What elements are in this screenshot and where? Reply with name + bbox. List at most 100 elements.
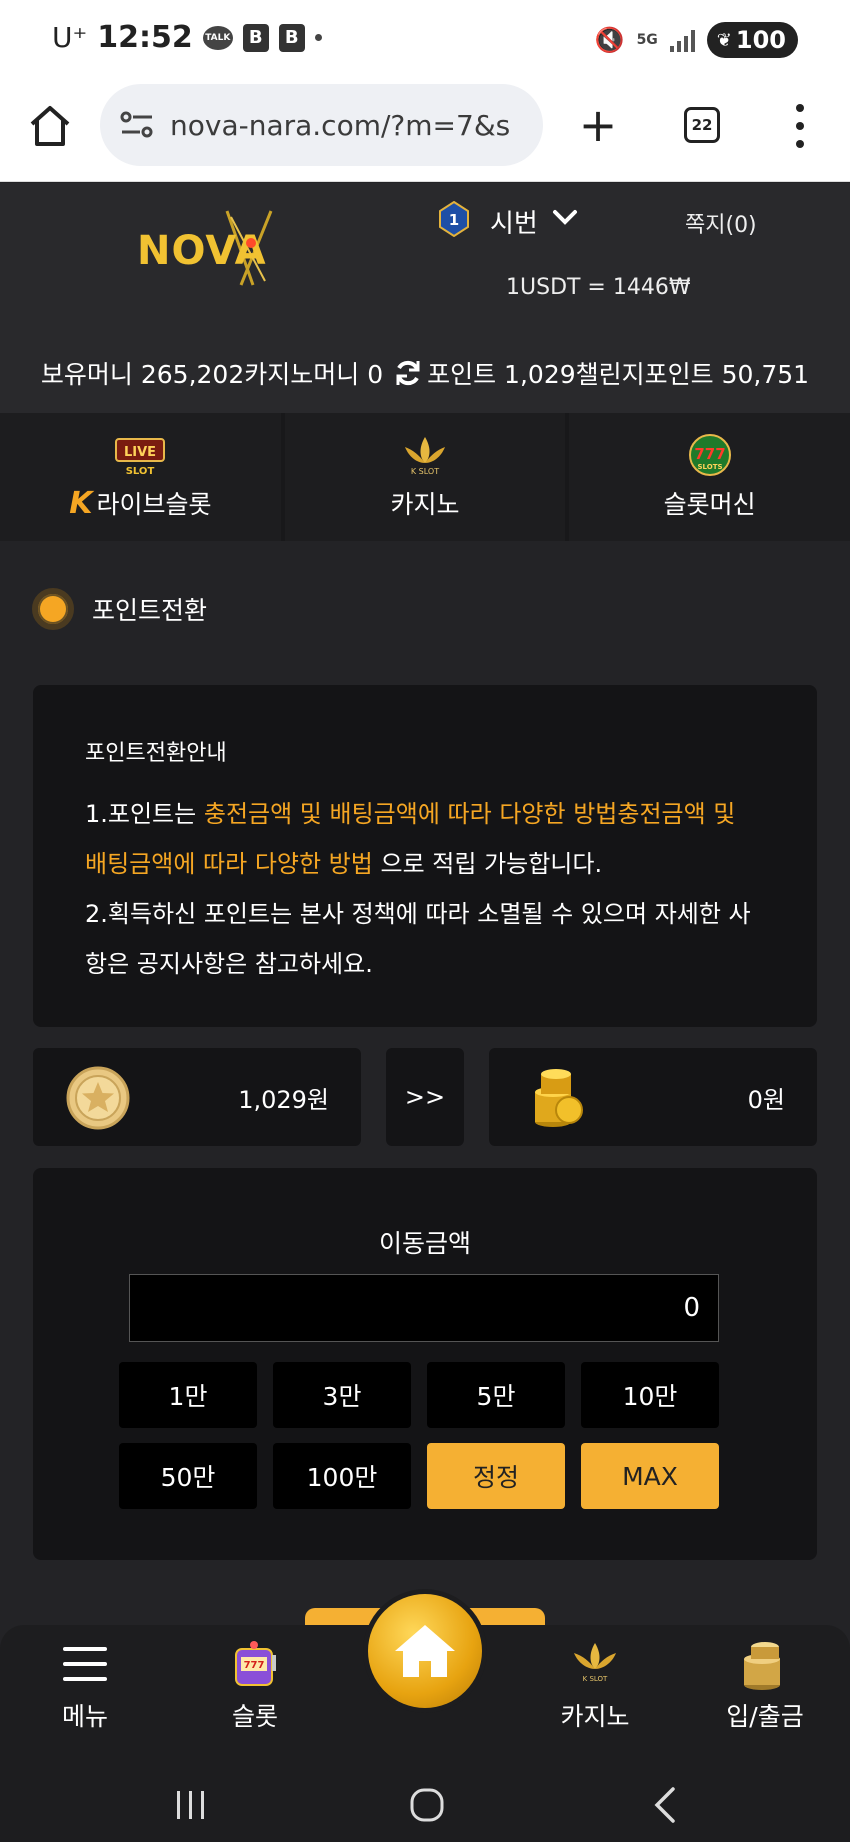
kakaotalk-icon: TALK xyxy=(202,25,233,50)
nav-deposit-label: 입/출금 xyxy=(726,1702,804,1731)
username[interactable]: 시번 xyxy=(490,203,538,240)
coin-stack-icon xyxy=(535,1069,583,1127)
logo-text: NOVA xyxy=(137,228,267,274)
nav-slot[interactable]: 777 슬롯 xyxy=(185,1637,325,1733)
nav-slot-label: 슬롯 xyxy=(231,1702,278,1731)
slot-machine-icon: 777 xyxy=(235,1641,276,1686)
network-type: 5G xyxy=(636,32,658,48)
svg-text:777: 777 xyxy=(694,445,725,463)
info-box: 포인트전환안내 1.포인트는 충전금액 및 배팅금액에 따라 다양한 방법충전금… xyxy=(33,685,817,1027)
info-line1-suffix: 으로 적립 가능합니다. xyxy=(372,850,603,878)
target-balance-card: 0원 xyxy=(489,1048,817,1146)
max-button[interactable]: MAX xyxy=(581,1443,719,1509)
clock: 12:52 xyxy=(97,20,193,55)
chevron-down-icon[interactable] xyxy=(552,207,578,227)
hamburger-menu-icon xyxy=(63,1647,107,1681)
tab-label-live-slot: 라이브슬롯 xyxy=(96,490,212,519)
browser-toolbar: nova-nara.com/?m=7&s + 22 xyxy=(0,82,850,182)
tab-label-casino: 카지노 xyxy=(390,490,460,519)
amount-30k-button[interactable]: 3만 xyxy=(273,1362,411,1428)
amount-10k-button[interactable]: 1만 xyxy=(119,1362,257,1428)
balance-bar: 보유머니 265,202 카지노머니 0 포인트 1,029 챌린지포인트 50… xyxy=(0,351,850,395)
site-settings-icon[interactable] xyxy=(120,110,154,140)
amount-100k-button[interactable]: 10만 xyxy=(581,1362,719,1428)
tab-live-slot[interactable]: LIVE SLOT K 라이브슬롯 xyxy=(0,413,281,541)
live-slot-icon: LIVE SLOT xyxy=(115,438,166,477)
battery-level: 100 xyxy=(735,26,786,54)
reset-button[interactable]: 정정 xyxy=(427,1443,565,1509)
casino-money: 카지노머니 0 xyxy=(244,360,384,389)
convert-arrow-button[interactable]: >> xyxy=(386,1048,464,1146)
info-text: 1.포인트는 충전금액 및 배팅금액에 따라 다양한 방법충전금액 및 배팅금액… xyxy=(85,789,765,989)
home-button[interactable] xyxy=(363,1589,487,1713)
nova-logo[interactable]: NOVA xyxy=(135,207,300,289)
section-bullet-icon xyxy=(32,588,74,630)
amount-1m-button[interactable]: 100만 xyxy=(273,1443,411,1509)
svg-text:LIVE: LIVE xyxy=(124,445,156,460)
svg-text:K SLOT: K SLOT xyxy=(411,467,439,476)
b-app-icon-2: B xyxy=(278,23,305,52)
mute-icon: 🔇 xyxy=(594,26,625,54)
nav-menu-label: 메뉴 xyxy=(61,1702,108,1731)
battery-leaf-icon: ❦ xyxy=(716,29,732,51)
back-icon[interactable] xyxy=(643,1781,691,1829)
points-balance: 포인트 1,029 xyxy=(427,360,576,389)
nav-deposit[interactable]: 입/출금 xyxy=(695,1637,835,1733)
kslot-lotus-icon: K SLOT xyxy=(405,437,445,476)
more-notifications-dot xyxy=(314,34,322,41)
browser-home-icon[interactable] xyxy=(28,102,72,152)
site-header: NOVA 1 시번 쪽지(0) 1USDT = 1446₩ 보유머니 265,2… xyxy=(0,183,850,413)
recent-apps-icon[interactable] xyxy=(167,1781,215,1829)
777-slots-icon: 777 SLOTS xyxy=(688,434,731,476)
system-home-icon[interactable] xyxy=(403,1781,451,1829)
bottom-nav: 메뉴 777 슬롯 K SLOT 카지노 입/출금 xyxy=(0,1589,850,1842)
info-line2: 2.획득하신 포인트는 본사 정책에 따라 소멸될 수 있으며 자세한 사항은 … xyxy=(85,900,751,978)
level-number: 1 xyxy=(449,211,459,229)
point-value: 1,029원 xyxy=(238,1086,329,1114)
svg-text:777: 777 xyxy=(244,1660,265,1671)
k-brand-icon: K xyxy=(69,485,93,521)
target-value: 0원 xyxy=(747,1086,785,1114)
holding-money: 보유머니 265,202 xyxy=(40,360,245,389)
status-left: U⁺ 12:52 TALK B B xyxy=(52,20,322,55)
nav-menu[interactable]: 메뉴 xyxy=(15,1637,155,1733)
address-bar[interactable]: nova-nara.com/?m=7&s xyxy=(100,84,543,166)
carrier-label: U⁺ xyxy=(52,21,88,54)
info-title: 포인트전환안내 xyxy=(85,741,227,766)
messages-link[interactable]: 쪽지(0) xyxy=(685,207,757,239)
new-tab-plus-icon[interactable]: + xyxy=(578,102,618,152)
game-tabs: LIVE SLOT K 라이브슬롯 K SLOT 카지노 777 SLOTS 슬롯… xyxy=(0,413,850,541)
info-line1-prefix: 1.포인트는 xyxy=(85,800,204,828)
amount-500k-button[interactable]: 50만 xyxy=(119,1443,257,1509)
amount-input[interactable] xyxy=(129,1274,719,1342)
casino-lotus-icon: K SLOT xyxy=(574,1643,616,1683)
svg-text:SLOTS: SLOTS xyxy=(697,463,722,471)
point-balance-card: 1,029원 xyxy=(33,1048,361,1146)
status-bar: U⁺ 12:52 TALK B B 🔇 5G ❦ 100 xyxy=(0,0,850,82)
nav-casino-label: 카지노 xyxy=(560,1702,630,1731)
amount-panel: 이동금액 1만 3만 5만 10만 50만 100만 정정 MAX xyxy=(33,1168,817,1560)
amount-title: 이동금액 xyxy=(378,1229,471,1258)
url-text[interactable]: nova-nara.com/?m=7&s xyxy=(170,109,540,142)
level-badge-icon: 1 xyxy=(439,201,469,237)
home-button-inner xyxy=(368,1594,482,1708)
home-icon xyxy=(395,1625,455,1677)
refresh-icon[interactable] xyxy=(393,358,423,388)
challenge-points: 챌린지포인트 50,751 xyxy=(575,360,810,389)
nav-casino[interactable]: K SLOT 카지노 xyxy=(525,1637,665,1733)
section-title: 포인트전환 xyxy=(32,588,207,630)
status-right: 🔇 5G ❦ 100 xyxy=(595,22,798,58)
svg-text:SLOT: SLOT xyxy=(126,466,155,477)
svg-text:K SLOT: K SLOT xyxy=(583,1675,608,1683)
star-coin-icon xyxy=(66,1066,130,1130)
amount-50k-button[interactable]: 5만 xyxy=(427,1362,565,1428)
signal-icon xyxy=(669,28,695,52)
b-app-icon: B xyxy=(242,23,269,52)
tab-slot-machine[interactable]: 777 SLOTS 슬롯머신 xyxy=(569,413,850,541)
tab-switcher-button[interactable]: 22 xyxy=(684,107,720,143)
exchange-rate: 1USDT = 1446₩ xyxy=(506,275,691,300)
more-menu-icon[interactable] xyxy=(790,104,810,148)
tab-casino[interactable]: K SLOT 카지노 xyxy=(284,413,566,541)
battery-indicator: ❦ 100 xyxy=(706,22,798,58)
system-nav-bar xyxy=(0,1775,850,1835)
